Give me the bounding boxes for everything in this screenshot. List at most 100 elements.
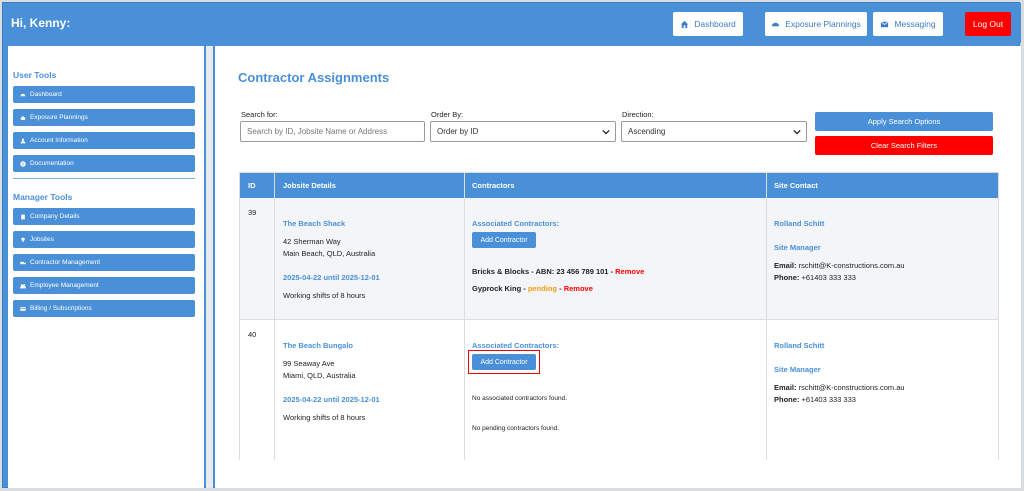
jobsite-address-line2: Miami, QLD, Australia: [283, 371, 356, 380]
direction-select[interactable]: Ascending: [621, 121, 807, 142]
table-row: 40 The Beach Bungalo 99 Seaway Ave Miami…: [240, 320, 998, 460]
gauge-icon: [772, 22, 780, 26]
messaging-button[interactable]: Messaging: [873, 12, 943, 36]
table-row: 39 The Beach Shack 42 Sherman Way Main B…: [240, 198, 998, 320]
contact-role: Site Manager: [774, 243, 821, 252]
app-frame: Hi, Kenny: Dashboard Exposure Plannings …: [2, 2, 1021, 488]
no-associated-message: No associated contractors found.: [472, 395, 568, 402]
column-divider: [766, 173, 767, 460]
clear-filters-button[interactable]: Clear Search Filters: [815, 136, 993, 155]
remove-contractor-link[interactable]: Remove: [615, 267, 644, 276]
exposure-plannings-button-label: Exposure Plannings: [785, 19, 861, 29]
cloud-icon: [20, 115, 26, 120]
sidebar-item-exposure-plannings[interactable]: Exposure Plannings: [13, 109, 195, 126]
sidebar-item-label: Billing / Subscriptions: [30, 305, 92, 312]
sidebar-item-label: Dashboard: [30, 91, 62, 98]
manager-tools-heading: Manager Tools: [13, 192, 73, 202]
chevron-down-icon: [793, 129, 801, 135]
sidebar-item-label: Jobsites: [30, 236, 54, 243]
column-header-site-contact: Site Contact: [774, 181, 818, 190]
dashboard-button[interactable]: Dashboard: [673, 12, 743, 36]
column-divider: [464, 173, 465, 460]
sidebar-item-jobsites[interactable]: Jobsites: [13, 231, 195, 248]
phone-label: Phone:: [774, 395, 800, 404]
column-header-contractors: Contractors: [472, 181, 515, 190]
user-tools-heading: User Tools: [13, 70, 57, 80]
page-title: Contractor Assignments: [238, 70, 390, 85]
sidebar-divider: [13, 178, 195, 179]
credit-card-icon: [20, 306, 26, 311]
apply-search-button[interactable]: Apply Search Options: [815, 112, 993, 131]
search-label: Search for:: [241, 110, 278, 119]
dashboard-icon: [20, 93, 26, 96]
envelope-icon: [881, 21, 889, 27]
building-icon: [21, 214, 25, 219]
messaging-button-label: Messaging: [894, 19, 936, 29]
jobsite-address-line1: 99 Seaway Ave: [283, 359, 335, 368]
sidebar-item-billing-subscriptions[interactable]: Billing / Subscriptions: [13, 300, 195, 317]
map-pin-icon: [21, 237, 25, 242]
phone-value: +61403 333 333: [799, 395, 856, 404]
associated-contractors-label: Associated Contractors:: [472, 341, 560, 350]
no-pending-message: No pending contractors found.: [472, 425, 560, 432]
user-icon: [20, 138, 26, 143]
jobsite-address-line1: 42 Sherman Way: [283, 237, 341, 246]
sidebar-item-label: Employee Management: [30, 282, 99, 289]
sidebar-item-label: Documentation: [30, 160, 74, 167]
sidebar-item-company-details[interactable]: Company Details: [13, 208, 195, 225]
jobsite-name-link[interactable]: The Beach Shack: [283, 219, 345, 228]
highlight-box: [468, 350, 540, 374]
table-header: ID Jobsite Details Contractors Site Cont…: [240, 173, 998, 198]
column-header-id: ID: [248, 181, 256, 190]
contact-name: Rolland Schitt: [774, 219, 825, 228]
jobsite-shifts: Working shifts of 8 hours: [283, 291, 366, 300]
email-label: Email:: [774, 383, 797, 392]
search-input[interactable]: Search by ID, Jobsite Name or Address: [240, 121, 425, 142]
sidebar-item-label: Exposure Plannings: [30, 114, 88, 121]
info-icon: [20, 160, 26, 167]
contact-phone: Phone: +61403 333 333: [774, 395, 856, 404]
direction-label: Direction:: [622, 110, 654, 119]
sidebar-item-label: Contractor Management: [30, 259, 101, 266]
sidebar-item-label: Account Information: [30, 137, 88, 144]
column-divider: [274, 173, 275, 460]
jobsite-dates: 2025-04-22 until 2025-12-01: [283, 273, 380, 282]
home-icon: [681, 20, 689, 28]
column-header-jobsite: Jobsite Details: [283, 181, 336, 190]
sidebar-item-contractor-management[interactable]: Contractor Management: [13, 254, 195, 271]
order-by-select[interactable]: Order by ID: [430, 121, 616, 142]
dashboard-button-label: Dashboard: [694, 19, 736, 29]
add-contractor-button[interactable]: Add Contractor: [472, 232, 536, 248]
contractor-entry: Bricks & Blocks - ABN: 23 456 789 101 - …: [472, 267, 644, 276]
jobsite-dates: 2025-04-22 until 2025-12-01: [283, 395, 380, 404]
direction-value: Ascending: [628, 127, 666, 136]
email-value: rschitt@K-constructions.com.au: [796, 383, 905, 392]
contractor-name: Bricks & Blocks - ABN: 23 456 789 101 -: [472, 267, 616, 276]
sidebar-item-documentation[interactable]: Documentation: [13, 155, 195, 172]
contact-email: Email: rschitt@K-constructions.com.au: [774, 261, 905, 270]
sidebar-item-dashboard[interactable]: Dashboard: [13, 86, 195, 103]
order-by-label: Order By:: [431, 110, 464, 119]
contact-name: Rolland Schitt: [774, 341, 825, 350]
layout-gutter: [206, 46, 213, 488]
order-by-value: Order by ID: [437, 127, 479, 136]
remove-contractor-link[interactable]: Remove: [564, 284, 593, 293]
email-label: Email:: [774, 261, 797, 270]
associated-contractors-label: Associated Contractors:: [472, 219, 560, 228]
phone-value: +61403 333 333: [799, 273, 856, 282]
truck-icon: [20, 261, 26, 264]
contact-email: Email: rschitt@K-constructions.com.au: [774, 383, 905, 392]
main-content: Contractor Assignments Search for: Searc…: [215, 46, 1021, 488]
contact-phone: Phone: +61403 333 333: [774, 273, 856, 282]
exposure-plannings-button[interactable]: Exposure Plannings: [765, 12, 867, 36]
row-id: 39: [248, 208, 257, 217]
sidebar-item-employee-management[interactable]: Employee Management: [13, 277, 195, 294]
sidebar: User Tools Dashboard Exposure Plannings …: [8, 46, 204, 488]
logout-button[interactable]: Log Out: [965, 12, 1011, 36]
greeting: Hi, Kenny:: [11, 16, 71, 30]
contact-role: Site Manager: [774, 365, 821, 374]
jobsite-name-link[interactable]: The Beach Bungalo: [283, 341, 353, 350]
users-icon: [20, 283, 26, 288]
sidebar-item-account-information[interactable]: Account Information: [13, 132, 195, 149]
jobsite-shifts: Working shifts of 8 hours: [283, 413, 366, 422]
